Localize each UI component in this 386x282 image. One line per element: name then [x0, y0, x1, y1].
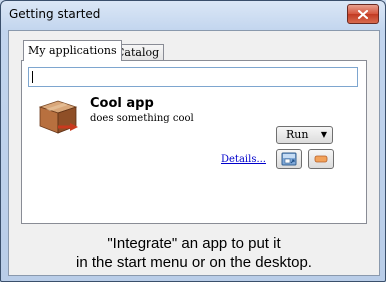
package-box-icon: [36, 95, 80, 137]
chevron-down-icon[interactable]: ▼: [321, 130, 327, 139]
close-icon: [358, 9, 368, 19]
app-name: Cool app: [90, 96, 154, 111]
minus-icon: [314, 155, 328, 163]
details-link[interactable]: Details...: [221, 154, 266, 165]
integrate-button[interactable]: [276, 149, 302, 169]
text-caret: [32, 71, 33, 83]
applications-panel: Cool app does something cool Details... …: [21, 60, 367, 224]
tab-my-applications[interactable]: My applications: [23, 40, 122, 61]
window-title: Getting started: [9, 7, 101, 21]
integration-hint: "Integrate" an app to put it in the star…: [9, 234, 379, 272]
integrate-icon: [281, 152, 297, 166]
window-client-area: My applications Catalog Cool app does so…: [8, 30, 380, 276]
getting-started-window: Getting started My applications Catalog: [0, 0, 386, 282]
search-input[interactable]: [28, 67, 358, 87]
run-button-label: Run: [286, 128, 309, 141]
hint-line-2: in the start menu or on the desktop.: [76, 254, 312, 271]
app-description: does something cool: [90, 113, 194, 124]
close-button[interactable]: [347, 4, 379, 24]
remove-button[interactable]: [308, 149, 334, 169]
run-button[interactable]: Run ▼: [276, 126, 333, 144]
hint-line-1: "Integrate" an app to put it: [107, 235, 281, 252]
title-bar[interactable]: Getting started: [1, 1, 385, 29]
